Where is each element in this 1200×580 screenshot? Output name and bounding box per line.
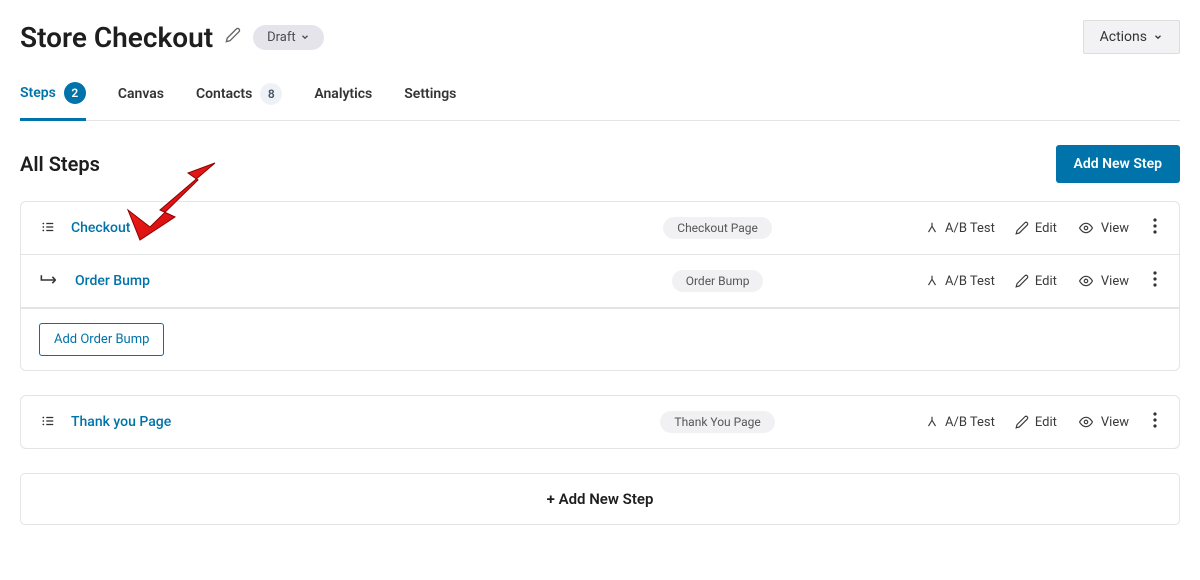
step-right: A/B Test Edit View <box>925 218 1161 238</box>
tab-label: Steps <box>20 85 56 101</box>
more-icon[interactable] <box>1149 412 1161 432</box>
ab-test-action[interactable]: A/B Test <box>925 221 995 236</box>
step-title-link[interactable]: Order Bump <box>75 273 150 289</box>
view-action[interactable]: View <box>1077 221 1129 236</box>
tab-contacts[interactable]: Contacts 8 <box>196 82 282 120</box>
step-group: Checkout Checkout Page A/B Test Edit Vie… <box>20 201 1180 371</box>
eye-icon <box>1077 221 1095 235</box>
edit-label: Edit <box>1035 221 1057 236</box>
edit-action[interactable]: Edit <box>1015 415 1057 430</box>
list-icon <box>39 413 57 432</box>
tab-steps[interactable]: Steps 2 <box>20 82 86 121</box>
step-row: Thank you Page Thank You Page A/B Test E… <box>21 396 1179 448</box>
page-header: Store Checkout Draft Actions <box>20 20 1180 54</box>
split-icon <box>925 221 939 235</box>
step-mid: Order Bump <box>510 270 925 292</box>
tab-badge: 8 <box>260 83 282 105</box>
step-title-link[interactable]: Checkout <box>71 220 130 236</box>
tabs: Steps 2 Canvas Contacts 8 Analytics Sett… <box>20 82 1180 121</box>
view-label: View <box>1101 274 1129 289</box>
step-row: Order Bump Order Bump A/B Test Edit View <box>21 255 1179 308</box>
view-label: View <box>1101 415 1129 430</box>
ab-test-action[interactable]: A/B Test <box>925 415 995 430</box>
chevron-down-icon <box>300 32 310 42</box>
section-title: All Steps <box>20 152 100 176</box>
edit-action[interactable]: Edit <box>1015 221 1057 236</box>
chevron-down-icon <box>1153 32 1163 42</box>
pencil-icon <box>1015 415 1029 429</box>
step-right: A/B Test Edit View <box>925 412 1161 432</box>
tab-settings[interactable]: Settings <box>404 82 456 120</box>
page-title: Store Checkout <box>20 21 213 54</box>
tab-badge: 2 <box>64 82 86 104</box>
tab-label: Analytics <box>314 86 372 102</box>
tab-label: Contacts <box>196 86 252 102</box>
actions-label: Actions <box>1100 29 1147 45</box>
split-icon <box>925 415 939 429</box>
ab-test-action[interactable]: A/B Test <box>925 274 995 289</box>
step-type-badge: Checkout Page <box>663 217 772 239</box>
step-left: Checkout <box>39 219 510 238</box>
more-icon[interactable] <box>1149 271 1161 291</box>
ab-test-label: A/B Test <box>945 221 995 236</box>
group-footer: Add Order Bump <box>21 308 1179 370</box>
list-icon <box>39 219 57 238</box>
add-new-step-bar[interactable]: + Add New Step <box>20 473 1180 525</box>
edit-action[interactable]: Edit <box>1015 274 1057 289</box>
edit-label: Edit <box>1035 274 1057 289</box>
tab-label: Canvas <box>118 86 164 102</box>
step-group: Thank you Page Thank You Page A/B Test E… <box>20 395 1180 449</box>
actions-button[interactable]: Actions <box>1083 20 1180 54</box>
ab-test-label: A/B Test <box>945 274 995 289</box>
edit-title-icon[interactable] <box>225 27 241 47</box>
step-mid: Thank You Page <box>510 411 925 433</box>
edit-label: Edit <box>1035 415 1057 430</box>
step-left: Order Bump <box>39 272 510 291</box>
status-pill[interactable]: Draft <box>253 25 324 50</box>
tab-label: Settings <box>404 86 456 102</box>
step-type-badge: Thank You Page <box>660 411 774 433</box>
tab-analytics[interactable]: Analytics <box>314 82 372 120</box>
step-mid: Checkout Page <box>510 217 925 239</box>
step-left: Thank you Page <box>39 413 510 432</box>
add-order-bump-button[interactable]: Add Order Bump <box>39 323 164 356</box>
tab-canvas[interactable]: Canvas <box>118 82 164 120</box>
status-label: Draft <box>267 30 296 45</box>
step-title-link[interactable]: Thank you Page <box>71 414 171 430</box>
step-right: A/B Test Edit View <box>925 271 1161 291</box>
step-type-badge: Order Bump <box>672 270 764 292</box>
ab-test-label: A/B Test <box>945 415 995 430</box>
view-action[interactable]: View <box>1077 415 1129 430</box>
eye-icon <box>1077 415 1095 429</box>
branch-icon <box>39 272 61 291</box>
view-label: View <box>1101 221 1129 236</box>
eye-icon <box>1077 274 1095 288</box>
pencil-icon <box>1015 274 1029 288</box>
add-new-step-button[interactable]: Add New Step <box>1056 145 1181 183</box>
section-head: All Steps Add New Step <box>20 145 1180 183</box>
split-icon <box>925 274 939 288</box>
step-row: Checkout Checkout Page A/B Test Edit Vie… <box>21 202 1179 255</box>
more-icon[interactable] <box>1149 218 1161 238</box>
header-left: Store Checkout Draft <box>20 21 324 54</box>
view-action[interactable]: View <box>1077 274 1129 289</box>
pencil-icon <box>1015 221 1029 235</box>
